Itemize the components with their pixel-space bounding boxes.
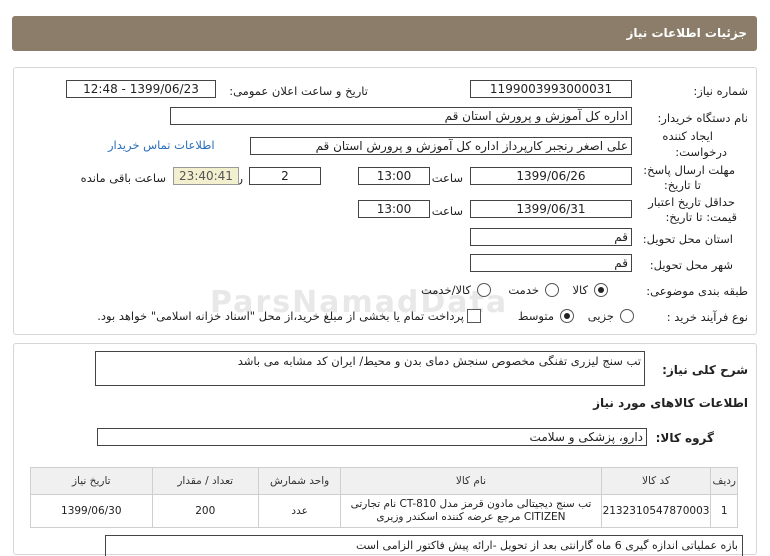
general-description-box: تب سنج لیزری تفنگی مخصوص سنجش دمای بدن و… (95, 351, 645, 386)
deadline-date-field: 1399/06/26 (470, 167, 632, 185)
validity-date-field: 1399/06/31 (470, 200, 632, 218)
col-index: ردیف (710, 467, 738, 495)
deadline-time-field: 13:00 (358, 167, 430, 185)
notes-text: بازه عملیاتی اندازه گیری 6 ماه گارانتی ب… (355, 539, 738, 552)
category-goods-label: کالا (572, 283, 588, 297)
col-code: کد کالا (600, 467, 712, 495)
validity-label-2: قیمت: تا تاریخ: (665, 210, 737, 224)
deadline-time-label: ساعت (431, 171, 463, 185)
remaining-label: ساعت باقی مانده (80, 171, 166, 185)
table-header-row: ردیف کد کالا نام کالا واحد شمارش تعداد /… (30, 467, 738, 495)
city-field: قم (470, 254, 632, 272)
cell-name-line2: CITIZEN مرجع عرضه کننده اسکندر وزیری (376, 511, 566, 523)
process-medium-label: متوسط (517, 309, 554, 323)
city-label: شهر محل تحویل: (649, 258, 733, 272)
validity-time-label: ساعت (431, 204, 463, 218)
validity-time-field: 13:00 (358, 200, 430, 218)
col-unit: واحد شمارش (257, 467, 342, 495)
requester-field: علی اصغر رنجبر کارپرداز اداره کل آموزش و… (250, 137, 632, 155)
category-label: طبقه بندی موضوعی: (646, 284, 748, 298)
category-radio-service[interactable] (545, 283, 559, 297)
category-service-label: خدمت (508, 283, 539, 297)
cell-date: 1399/06/30 (30, 494, 153, 528)
col-date: تاریخ نیاز (30, 467, 153, 495)
goods-group-label: گروه کالا: (655, 431, 714, 445)
requester-label-1: ایجاد کننده (662, 129, 713, 143)
col-name: نام کالا (340, 467, 602, 495)
announce-field: 1399/06/23 - 12:48 (66, 80, 216, 98)
process-minor-label: جزیی (587, 309, 614, 323)
cell-index: 1 (710, 494, 738, 528)
deadline-label-1: مهلت ارسال پاسخ: (643, 163, 735, 177)
remaining-time-field: 23:40:41 (173, 167, 239, 185)
requester-label-2: درخواست: (675, 145, 727, 159)
cell-qty: 200 (151, 494, 259, 528)
validity-label-1: حداقل تاریخ اعتبار (648, 195, 735, 209)
process-radio-minor[interactable] (620, 309, 634, 323)
goods-group-field: دارو، پزشکی و سلامت (97, 428, 647, 446)
goods-info-title: اطلاعات کالاهای مورد نیاز (593, 396, 748, 410)
general-description-text: تب سنج لیزری تفنگی مخصوص سنجش دمای بدن و… (237, 354, 641, 368)
cell-name-line1: تب سنج دیجیتالی مادون قرمز مدل CT-810 نا… (350, 498, 592, 510)
category-both-label: کالا/خدمت (420, 283, 471, 297)
category-radio-both[interactable] (477, 283, 491, 297)
buyer-org-field: اداره کل آموزش و پرورش استان قم (170, 107, 632, 125)
need-number-field: 1199003993000031 (470, 80, 632, 98)
cell-code: 2132310547870003 (600, 494, 712, 528)
page-title: جزئیات اطلاعات نیاز (626, 26, 747, 40)
province-field: قم (470, 228, 632, 246)
treasury-payment-checkbox[interactable] (467, 309, 481, 323)
goods-table: ردیف کد کالا نام کالا واحد شمارش تعداد /… (30, 467, 738, 528)
page-header: جزئیات اطلاعات نیاز (12, 16, 757, 51)
category-radio-goods[interactable] (594, 283, 608, 297)
contact-buyer-link[interactable]: اطلاعات تماس خریدار (108, 138, 215, 152)
process-label: نوع فرآیند خرید : (666, 310, 748, 324)
announce-label: تاریخ و ساعت اعلان عمومی: (229, 84, 368, 98)
cell-name: تب سنج دیجیتالی مادون قرمز مدل CT-810 نا… (340, 494, 602, 528)
general-description-label: شرح کلی نیاز: (662, 363, 748, 377)
process-radio-medium[interactable] (560, 309, 574, 323)
buyer-org-label: نام دستگاه خریدار: (657, 111, 748, 125)
treasury-payment-note: پرداخت تمام یا بخشی از مبلغ خرید،از محل … (97, 309, 464, 323)
cell-unit: عدد (257, 494, 342, 528)
notes-box: بازه عملیاتی اندازه گیری 6 ماه گارانتی ب… (105, 535, 743, 556)
province-label: استان محل تحویل: (642, 232, 733, 246)
table-row: 1 2132310547870003 تب سنج دیجیتالی مادون… (30, 494, 738, 528)
col-qty: تعداد / مقدار (151, 467, 259, 495)
days-field: 2 (249, 167, 321, 185)
need-number-label: شماره نیاز: (693, 84, 748, 98)
deadline-label-2: تا تاریخ: (663, 178, 701, 192)
